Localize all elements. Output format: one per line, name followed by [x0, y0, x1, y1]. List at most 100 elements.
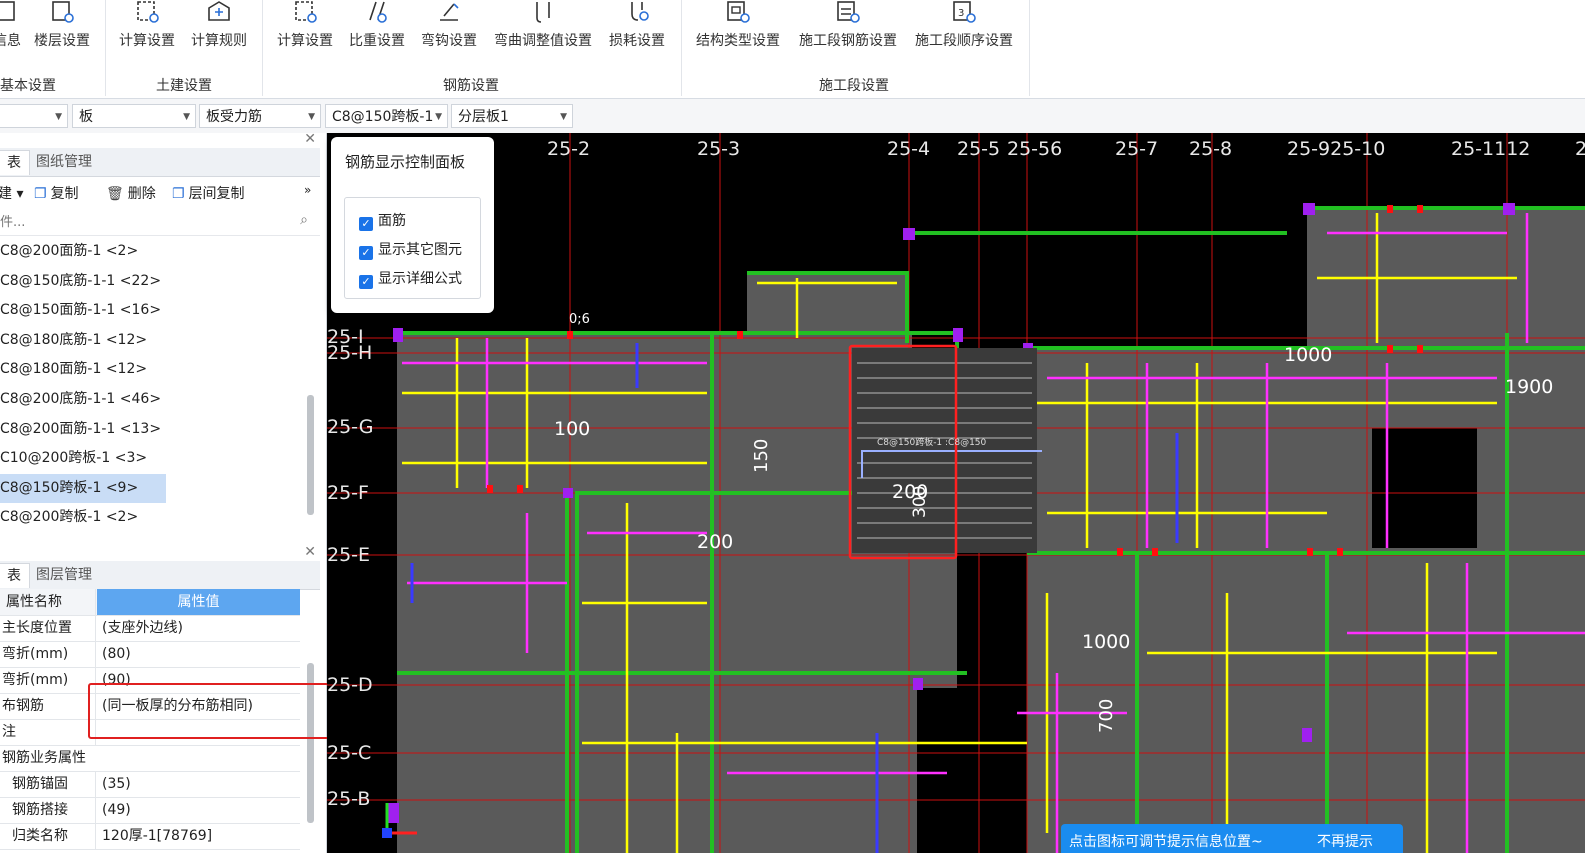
property-name: 布钢筋	[0, 693, 96, 719]
list-item[interactable]: C8@150面筋-1-1 <16>	[0, 296, 320, 326]
checkbox-top-rebar[interactable]: ✓ 面筋	[359, 210, 406, 231]
dimension-label: 300	[910, 486, 930, 518]
chevron-down-icon: ▼	[435, 112, 442, 122]
list-item[interactable]: C8@200跨板-1 <2>	[0, 503, 320, 533]
group-civil-settings: 土建设置	[156, 78, 212, 94]
group-separator	[1029, 0, 1030, 96]
group-separator	[105, 0, 106, 96]
ribbon-label: 比重设置	[349, 33, 405, 49]
copy-label: 复制	[50, 186, 79, 202]
ribbon-label: 施工段钢筋设置	[799, 33, 897, 49]
delete-button[interactable]: 🗑 删除	[106, 183, 156, 203]
dimension-label: 1000	[1284, 344, 1332, 366]
table-row[interactable]: 主长度位置 (支座外边线)	[0, 615, 300, 642]
list-item[interactable]: C8@150底筋-1-1 <22>	[0, 267, 320, 297]
calc-rules-icon	[208, 1, 230, 21]
tab-drawing-management[interactable]: 图纸管理	[28, 150, 100, 174]
list-item-selected[interactable]: C8@150跨板-1 <9>	[0, 473, 166, 504]
tab-property-list[interactable]: 表	[0, 563, 30, 588]
checkbox-show-formula[interactable]: ✓ 显示详细公式	[359, 268, 462, 289]
group-rebar-settings: 钢筋设置	[443, 78, 499, 94]
axis-label-left: 25-F	[327, 482, 369, 504]
property-value[interactable]: (支座外边线)	[98, 615, 300, 641]
floor-settings-icon	[52, 1, 74, 23]
property-value[interactable]: 120厚-1[78769]	[98, 823, 300, 849]
list-item[interactable]: C8@200面筋-1 <2>	[0, 237, 320, 267]
element-subtype-combo[interactable]: 板受力筋 ▼	[199, 104, 321, 128]
ribbon-label: 损耗设置	[609, 33, 665, 49]
group-separator	[681, 0, 682, 96]
ribbon-label: 计算设置	[277, 33, 333, 49]
structure-type-icon	[727, 1, 750, 23]
new-label: 建	[0, 186, 12, 202]
more-button[interactable]: »	[304, 183, 311, 197]
ribbon-rebar-calc-settings-button[interactable]: 计算设置	[274, 0, 336, 56]
floor-copy-button[interactable]: ❐ 层间复制	[172, 183, 245, 203]
list-item[interactable]: C8@200面筋-1-1 <13>	[0, 415, 320, 445]
dimension-label: 700	[1096, 699, 1117, 733]
opening	[912, 233, 1032, 348]
ribbon-calc-rules-button[interactable]: 计算规则	[188, 0, 250, 56]
layer-combo[interactable]: 分层板1 ▼	[451, 104, 573, 128]
ribbon-section-rebar-button[interactable]: 施工段钢筋设置	[794, 0, 902, 56]
new-button[interactable]: 建 ▾	[0, 183, 23, 203]
ribbon-label: 弯钩设置	[421, 33, 477, 49]
ribbon-info-button[interactable]: 信息	[0, 0, 22, 56]
search-icon[interactable]: ⌕	[300, 212, 308, 228]
ribbon-calc-settings-button[interactable]: 计算设置	[116, 0, 178, 56]
ribbon-density-settings-button[interactable]: 比重设置	[346, 0, 408, 56]
list-item[interactable]: C8@180面筋-1 <12>	[0, 355, 320, 385]
ribbon-floor-settings-button[interactable]: 楼层设置	[31, 0, 93, 56]
panel-title: 钢筋显示控制面板	[345, 153, 466, 171]
ribbon-loss-settings-button[interactable]: 损耗设置	[606, 0, 668, 56]
list-item[interactable]: C8@200底筋-1-1 <46>	[0, 385, 320, 415]
section-rebar-icon	[837, 1, 860, 23]
group-basic-settings: 基本设置	[0, 78, 56, 94]
copy-button[interactable]: ❐ 复制	[34, 183, 79, 203]
dismiss-tip-button[interactable]: 不再提示	[1317, 831, 1373, 851]
ribbon-hook-settings-button[interactable]: 弯钩设置	[418, 0, 480, 56]
tab-layer-management[interactable]: 图层管理	[28, 563, 100, 587]
close-icon[interactable]: ✕	[304, 131, 316, 147]
component-search[interactable]: ⌕	[0, 209, 320, 236]
ribbon-structure-type-button[interactable]: 结构类型设置	[692, 0, 784, 56]
tab-component-list[interactable]: 表	[0, 150, 30, 175]
element-name-combo[interactable]: C8@150跨板-1 ▼	[325, 104, 448, 128]
property-value[interactable]: (80)	[98, 641, 300, 667]
table-row[interactable]: 钢筋锚固 (35)	[0, 771, 300, 798]
axis-label-left: 25-C	[327, 742, 371, 764]
ribbon-label: 施工段顺序设置	[915, 33, 1013, 49]
info-icon	[0, 1, 15, 21]
ribbon-section-order-button[interactable]: 3 施工段顺序设置	[910, 0, 1018, 56]
density-settings-icon	[369, 1, 387, 23]
checkbox-label: 显示其它图元	[378, 242, 462, 258]
list-item[interactable]: C10@200跨板-1 <3>	[0, 444, 320, 474]
axis-label-top: 25-4	[887, 138, 930, 160]
section-order-icon: 3	[953, 1, 976, 23]
element-type-combo[interactable]: 板 ▼	[72, 104, 196, 128]
table-row[interactable]: 弯折(mm) (80)	[0, 641, 300, 668]
tip-text: 点击图标可调节提示信息位置~	[1069, 834, 1263, 850]
ribbon-label: 弯曲调整值设置	[494, 33, 592, 49]
component-scrollbar[interactable]	[307, 395, 314, 515]
dimension-label: 150	[751, 439, 772, 473]
dimension-label: 1900	[1505, 376, 1553, 398]
combo-value: 板	[79, 109, 93, 125]
checkbox-show-other[interactable]: ✓ 显示其它图元	[359, 239, 462, 260]
floor-copy-icon: ❐	[172, 186, 185, 202]
table-row[interactable]: 钢筋搭接 (49)	[0, 797, 300, 824]
property-value[interactable]: (49)	[98, 797, 300, 823]
property-value[interactable]: (35)	[98, 771, 300, 797]
list-item[interactable]: C8@180底筋-1 <12>	[0, 326, 320, 356]
ribbon-bend-adjust-button[interactable]: 弯曲调整值设置	[490, 0, 596, 56]
table-row[interactable]: 归类名称 120厚-1[78769]	[0, 823, 300, 850]
close-icon[interactable]: ✕	[304, 544, 316, 560]
table-row-group[interactable]: 钢筋业务属性	[0, 745, 300, 772]
dimension-label: 1000	[1082, 631, 1130, 653]
property-header: 属性名称 属性值	[0, 589, 300, 616]
floor-combo[interactable]: ▼	[0, 104, 68, 128]
search-input[interactable]	[0, 211, 292, 233]
rebar-display-panel: 钢筋显示控制面板 ✓ 面筋 ✓ 显示其它图元 ✓ 显示详细公式	[331, 137, 494, 313]
trash-icon: 🗑	[106, 186, 124, 202]
cad-canvas[interactable]: 25-2 25-3 25-4 25-5 25-56 25-7 25-8 25-925-1…	[327, 133, 1585, 853]
